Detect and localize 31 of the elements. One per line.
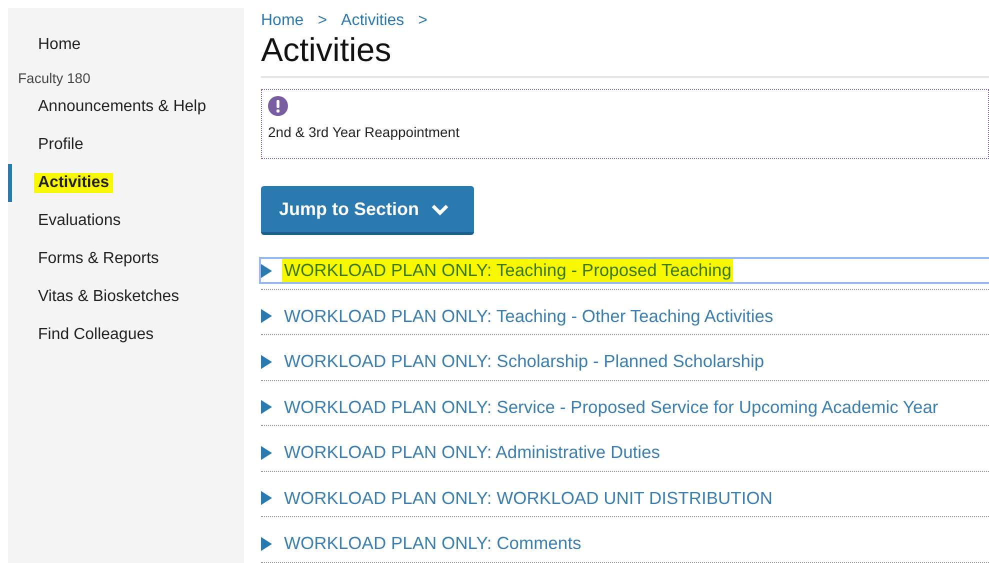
section-header[interactable]: WORKLOAD PLAN ONLY: Service - Proposed Service for Upcoming Academic Year <box>261 396 989 418</box>
caret-right-icon <box>261 446 272 460</box>
caret-right-icon <box>261 309 272 323</box>
sidebar-item[interactable]: Forms & Reports <box>8 240 244 278</box>
section-header[interactable]: WORKLOAD PLAN ONLY: Administrative Duties <box>261 441 989 464</box>
alert-icon <box>268 96 288 116</box>
caret-right-icon <box>261 264 272 278</box>
caret-right-icon <box>261 400 272 414</box>
caret-right-icon <box>261 536 272 550</box>
sidebar-heading: Faculty 180 <box>17 69 92 88</box>
sidebar-item[interactable]: Vitas & Biosketches <box>8 278 244 316</box>
breadcrumb-link[interactable]: Activities <box>341 12 404 30</box>
caret-right-icon <box>261 354 272 368</box>
caret-right-icon <box>261 491 272 505</box>
breadcrumb-separator: > <box>318 12 328 30</box>
sidebar-item[interactable]: Announcements & Help <box>8 88 244 126</box>
chevron-down-icon <box>431 204 450 216</box>
notice-text: 2nd & 3rd Year Reappointment <box>268 124 460 140</box>
sidebar-item[interactable]: Home <box>8 26 244 64</box>
breadcrumb-link[interactable]: Home <box>261 12 304 30</box>
sidebar-item[interactable]: Activities <box>8 164 244 202</box>
section-header[interactable]: WORKLOAD PLAN ONLY: WORKLOAD UNIT DISTRIBUTION <box>261 486 989 510</box>
section-header[interactable]: WORKLOAD PLAN ONLY: Comments <box>261 532 989 555</box>
sidebar-item[interactable]: Find Colleagues <box>8 316 244 354</box>
sidebar-item[interactable]: Profile <box>8 126 244 164</box>
page-title: Activities <box>261 30 989 78</box>
section-header[interactable]: WORKLOAD PLAN ONLY: Teaching - Other Teaching Activities <box>261 304 989 328</box>
breadcrumb-separator: > <box>418 12 428 30</box>
section-header[interactable]: WORKLOAD PLAN ONLY: Scholarship - Planned Scholarship <box>261 350 989 373</box>
sidebar-item[interactable]: Evaluations <box>8 202 244 240</box>
jump-to-section-button[interactable]: Jump to Section <box>261 186 474 235</box>
